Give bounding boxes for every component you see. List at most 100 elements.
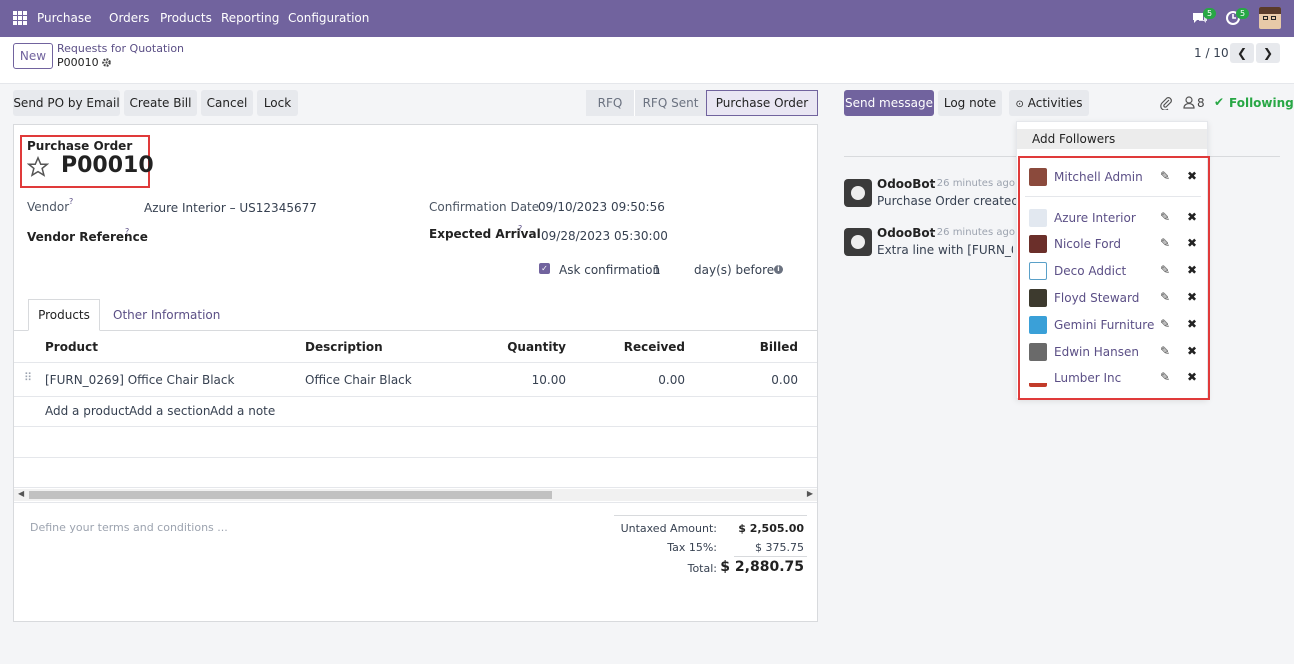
add-followers-item[interactable]: Add Followers: [1017, 129, 1207, 149]
gear-icon[interactable]: [101, 57, 112, 68]
follower-name[interactable]: Edwin Hansen: [1054, 345, 1139, 359]
followers-icon[interactable]: [1183, 96, 1195, 109]
col-received[interactable]: Received: [624, 340, 685, 354]
status-rfq-sent[interactable]: RFQ Sent: [634, 90, 706, 116]
menu-products[interactable]: Products: [160, 11, 212, 25]
confirmation-date-value[interactable]: 09/10/2023 09:50:56: [538, 200, 665, 214]
followers-dropdown: Add Followers Mitchell Admin ✎ ✖ Azure I…: [1016, 121, 1210, 400]
terms-input[interactable]: Define your terms and conditions ...: [30, 521, 228, 534]
follower-item[interactable]: Floyd Steward ✎ ✖: [1017, 285, 1207, 311]
scrollbar-thumb[interactable]: [29, 491, 552, 499]
add-followers-label: Add Followers: [1032, 132, 1116, 146]
remove-icon[interactable]: ✖: [1187, 290, 1197, 304]
log-note-button[interactable]: Log note: [938, 90, 1002, 116]
follower-name[interactable]: Lumber Inc: [1054, 371, 1121, 385]
pencil-icon[interactable]: ✎: [1160, 317, 1170, 331]
drag-handle-icon[interactable]: ⠿: [24, 371, 32, 384]
horizontal-scrollbar[interactable]: ◀ ▶: [14, 489, 817, 501]
cell-quantity[interactable]: 10.00: [532, 373, 566, 387]
remove-icon[interactable]: ✖: [1187, 263, 1197, 277]
help-mark[interactable]: ?: [518, 224, 522, 233]
untaxed-label: Untaxed Amount:: [620, 522, 717, 535]
remove-icon[interactable]: ✖: [1187, 169, 1197, 183]
following-label[interactable]: Following: [1229, 96, 1294, 110]
follower-item[interactable]: Mitchell Admin ✎ ✖: [1017, 164, 1207, 190]
follower-item[interactable]: Azure Interior ✎ ✖: [1017, 205, 1207, 231]
pager-prev-button[interactable]: ❮: [1230, 43, 1254, 63]
activities-button[interactable]: ⊙ Activities: [1009, 90, 1089, 116]
info-icon[interactable]: i: [774, 265, 783, 274]
scroll-left-icon[interactable]: ◀: [18, 489, 24, 498]
app-name[interactable]: Purchase: [37, 11, 92, 25]
status-purchase-order[interactable]: Purchase Order: [706, 90, 818, 116]
tab-products[interactable]: Products: [28, 299, 100, 331]
grid-icon[interactable]: [13, 11, 27, 25]
pencil-icon[interactable]: ✎: [1160, 263, 1170, 277]
menu-reporting[interactable]: Reporting: [221, 11, 279, 25]
follower-name[interactable]: Floyd Steward: [1054, 291, 1139, 305]
tab-other-information[interactable]: Other Information: [113, 308, 220, 322]
col-description[interactable]: Description: [305, 340, 383, 354]
table-row[interactable]: ⠿ [FURN_0269] Office Chair Black Office …: [14, 363, 817, 396]
vendor-value[interactable]: Azure Interior – US12345677: [144, 201, 317, 215]
remove-icon[interactable]: ✖: [1187, 317, 1197, 331]
add-product-link[interactable]: Add a product: [45, 404, 129, 418]
pencil-icon[interactable]: ✎: [1160, 169, 1170, 183]
follower-item[interactable]: Lumber Inc ✎ ✖: [1017, 365, 1207, 391]
remove-icon[interactable]: ✖: [1187, 210, 1197, 224]
remove-icon[interactable]: ✖: [1187, 344, 1197, 358]
star-icon[interactable]: [27, 156, 49, 178]
follower-item[interactable]: Deco Addict ✎ ✖: [1017, 258, 1207, 284]
follower-name[interactable]: Gemini Furniture: [1054, 318, 1154, 332]
follower-item[interactable]: Edwin Hansen ✎ ✖: [1017, 339, 1207, 365]
remove-icon[interactable]: ✖: [1187, 370, 1197, 384]
lock-button[interactable]: Lock: [257, 90, 298, 116]
vendor-ref-label: Vendor Reference: [27, 230, 148, 244]
breadcrumb-current: P00010: [57, 56, 99, 69]
pager-next-button[interactable]: ❯: [1256, 43, 1280, 63]
send-message-button[interactable]: Send message: [844, 90, 934, 116]
ask-confirmation-checkbox[interactable]: ✓: [539, 263, 550, 274]
col-billed[interactable]: Billed: [760, 340, 798, 354]
odoobot-avatar: [844, 228, 872, 256]
check-icon: ✔: [1214, 95, 1225, 109]
help-mark[interactable]: ?: [69, 197, 73, 206]
follower-avatar: [1029, 262, 1047, 280]
followers-divider: [1025, 196, 1201, 197]
col-quantity[interactable]: Quantity: [507, 340, 566, 354]
col-product[interactable]: Product: [45, 340, 98, 354]
user-avatar[interactable]: [1259, 7, 1281, 29]
add-note-link[interactable]: Add a note: [210, 404, 275, 418]
create-bill-button[interactable]: Create Bill: [124, 90, 197, 116]
cell-product[interactable]: [FURN_0269] Office Chair Black: [45, 373, 234, 387]
pencil-icon[interactable]: ✎: [1160, 344, 1170, 358]
form-sheet: Purchase Order P00010 Vendor ? Azure Int…: [13, 124, 818, 622]
menu-orders[interactable]: Orders: [109, 11, 149, 25]
remove-icon[interactable]: ✖: [1187, 236, 1197, 250]
cancel-button[interactable]: Cancel: [201, 90, 253, 116]
pencil-icon[interactable]: ✎: [1160, 236, 1170, 250]
breadcrumb-parent[interactable]: Requests for Quotation: [57, 42, 184, 55]
pencil-icon[interactable]: ✎: [1160, 290, 1170, 304]
status-rfq[interactable]: RFQ: [586, 90, 634, 116]
follower-item[interactable]: Nicole Ford ✎ ✖: [1017, 231, 1207, 257]
send-po-button[interactable]: Send PO by Email: [13, 90, 120, 116]
new-button[interactable]: New: [13, 43, 53, 69]
follower-avatar: [1029, 209, 1047, 227]
cell-description[interactable]: Office Chair Black: [305, 373, 412, 387]
ask-confirmation-days[interactable]: 1: [653, 263, 661, 277]
follower-item[interactable]: Gemini Furniture ✎ ✖: [1017, 312, 1207, 338]
menu-configuration[interactable]: Configuration: [288, 11, 369, 25]
pencil-icon[interactable]: ✎: [1160, 210, 1170, 224]
followers-count[interactable]: 8: [1197, 96, 1205, 110]
paperclip-icon[interactable]: [1160, 96, 1172, 110]
follower-name[interactable]: Deco Addict: [1054, 264, 1126, 278]
add-section-link[interactable]: Add a section: [129, 404, 210, 418]
follower-name[interactable]: Mitchell Admin: [1054, 170, 1143, 184]
follower-name[interactable]: Nicole Ford: [1054, 237, 1121, 251]
expected-arrival-value[interactable]: 09/28/2023 05:30:00: [541, 229, 668, 243]
follower-name[interactable]: Azure Interior: [1054, 211, 1136, 225]
scroll-right-icon[interactable]: ▶: [807, 489, 813, 498]
help-mark[interactable]: ?: [125, 227, 129, 236]
pencil-icon[interactable]: ✎: [1160, 370, 1170, 384]
